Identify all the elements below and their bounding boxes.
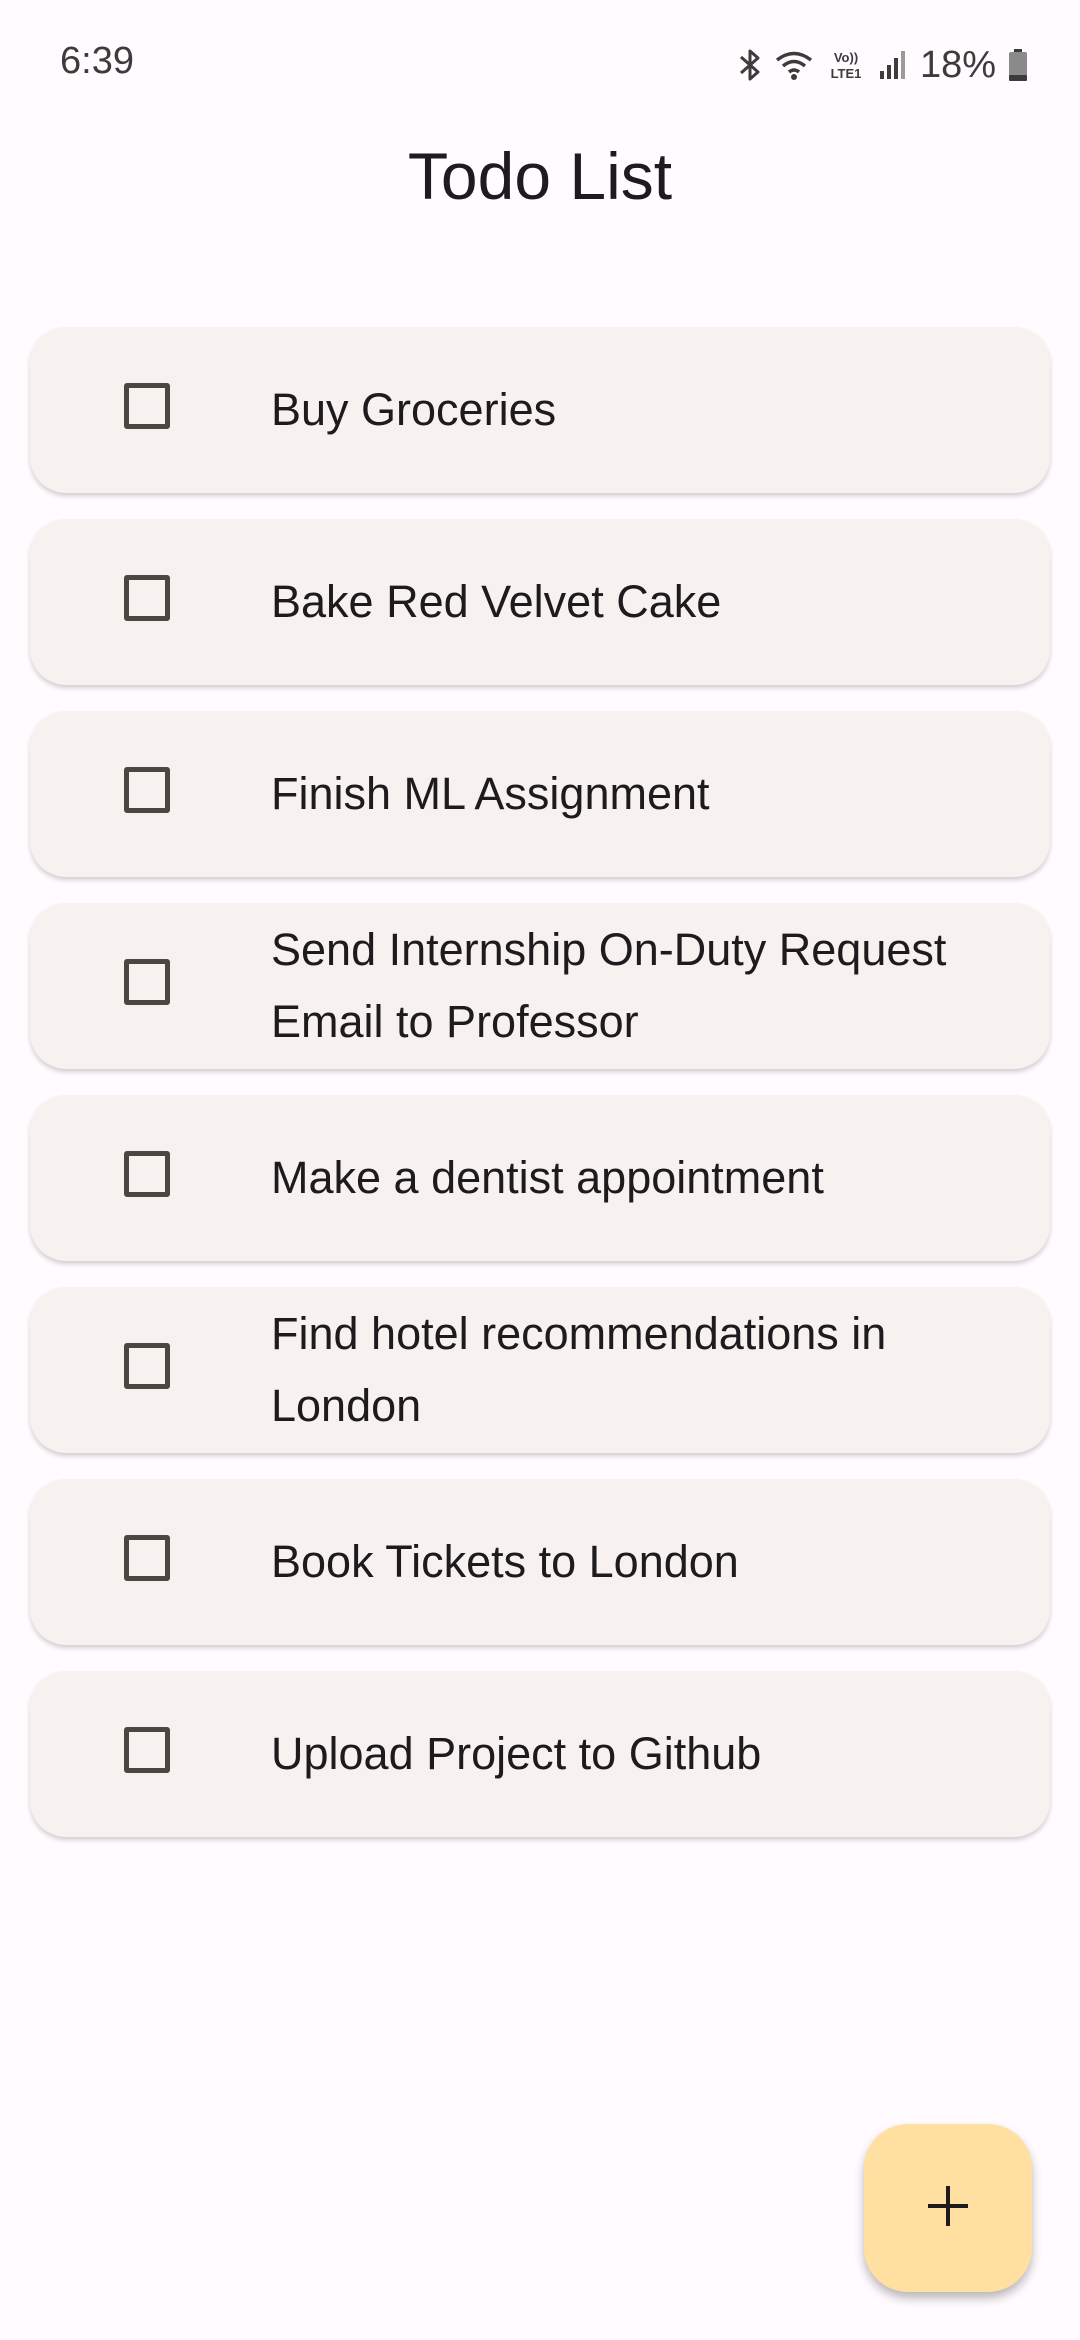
todo-checkbox[interactable] [124,959,170,1005]
status-icons: Vo)) LTE1 18% [738,40,1028,90]
todo-label: Buy Groceries [271,384,557,435]
plus-icon [924,2182,972,2235]
todo-checkbox[interactable] [124,767,170,813]
wifi-icon [774,49,814,81]
cell-signal-icon [878,49,908,81]
todo-item-github[interactable]: Upload Project to Github [30,1671,1050,1837]
todo-label: Find hotel recommendations in London [271,1308,887,1431]
todo-label: Make a dentist appointment [271,1152,824,1203]
add-todo-button[interactable] [864,2124,1032,2292]
volte-icon: Vo)) LTE1 [826,48,866,82]
todo-checkbox[interactable] [124,1535,170,1581]
status-bar: 6:39 Vo)) LTE1 18% [0,0,1080,130]
todo-label: Bake Red Velvet Cake [271,576,722,627]
todo-item-hotel[interactable]: Find hotel recommendations in London [30,1287,1050,1453]
todo-checkbox[interactable] [124,1727,170,1773]
todo-list: Buy Groceries Bake Red Velvet Cake Finis… [30,327,1050,1863]
todo-label: Book Tickets to London [271,1536,739,1587]
battery-percent: 18% [919,43,996,86]
todo-item-buy-groceries[interactable]: Buy Groceries [30,327,1050,493]
todo-label: Send Internship On-Duty Request Email to… [271,924,947,1047]
status-time: 6:39 [60,40,134,82]
todo-checkbox[interactable] [124,1343,170,1389]
todo-item-dentist[interactable]: Make a dentist appointment [30,1095,1050,1261]
battery-icon [1008,48,1028,82]
bluetooth-icon [738,48,762,82]
page-title: Todo List [407,139,673,213]
volte-label-bottom: LTE1 [831,66,862,81]
todo-checkbox[interactable] [124,575,170,621]
todo-item-bake-cake[interactable]: Bake Red Velvet Cake [30,519,1050,685]
todo-checkbox[interactable] [124,1151,170,1197]
todo-item-internship-email[interactable]: Send Internship On-Duty Request Email to… [30,903,1050,1069]
todo-item-tickets[interactable]: Book Tickets to London [30,1479,1050,1645]
todo-checkbox[interactable] [124,383,170,429]
volte-label-top: Vo)) [834,50,858,65]
todo-label: Finish ML Assignment [271,768,710,819]
todo-label: Upload Project to Github [271,1728,762,1779]
todo-item-ml-assignment[interactable]: Finish ML Assignment [30,711,1050,877]
